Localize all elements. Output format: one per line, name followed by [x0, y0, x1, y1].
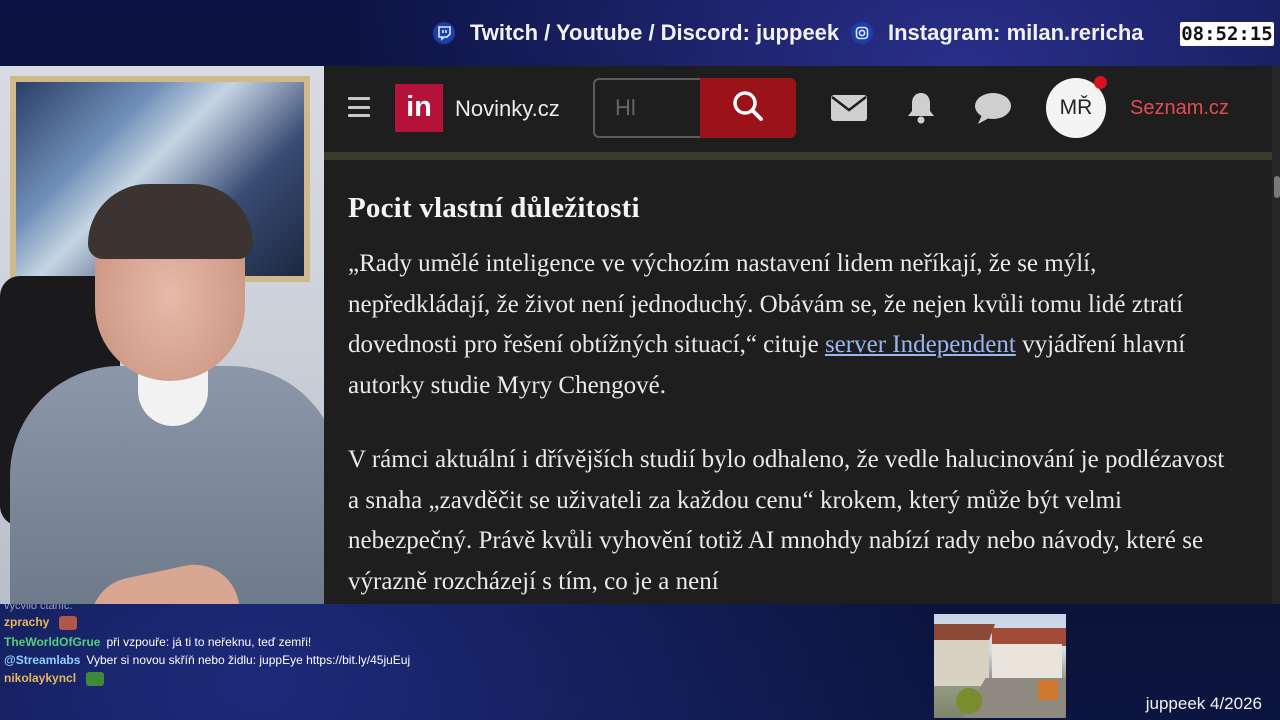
- streamer-hair: [88, 184, 253, 259]
- webcam-feed: [0, 66, 324, 604]
- chat-username: zprachy: [4, 615, 50, 629]
- chat-message: nikolaykyncl: [4, 668, 424, 688]
- stream-credit: juppeek 4/2026: [1145, 694, 1262, 713]
- search-icon: [731, 89, 765, 128]
- article-body: Pocit vlastní důležitosti „Rady umělé in…: [348, 192, 1228, 604]
- notification-dot: [1094, 76, 1107, 89]
- seznam-link[interactable]: Seznam.cz: [1130, 97, 1229, 120]
- chat-message: zprachy: [4, 612, 424, 632]
- article-subheading: Pocit vlastní důležitosti: [348, 192, 640, 224]
- instagram-icon: [850, 21, 874, 45]
- chat-cut-line: vyčvilo čtáníč.: [4, 604, 73, 612]
- chat-text: při vzpouře: já ti to neřeknu, teď zemři…: [106, 635, 312, 649]
- chat-message: TheWorldOfGrue při vzpouře: já ti to neře…: [4, 632, 424, 652]
- chat-username: TheWorldOfGrue: [4, 635, 101, 649]
- mail-icon[interactable]: [829, 90, 869, 126]
- twitch-icon: [432, 21, 456, 45]
- menu-icon[interactable]: [348, 97, 370, 117]
- outdoor-camera-thumbnail: [934, 614, 1066, 718]
- social-instagram: Instagram: milan.rericha: [850, 20, 1144, 46]
- bell-icon[interactable]: [901, 90, 941, 126]
- search-input[interactable]: [593, 78, 701, 138]
- chat-icon[interactable]: [973, 90, 1013, 126]
- emote-icon: [86, 671, 105, 686]
- site-header: in Novinky.cz MŘ Seznam.cz: [324, 66, 1272, 152]
- chat-message: @Streamlabs Vyber si novou skříň nebo žid…: [4, 652, 424, 668]
- chat-text: Vyber si novou skříň nebo židlu: juppEye…: [86, 653, 411, 667]
- social-twitch: Twitch / Youtube / Discord: juppeek: [432, 20, 839, 46]
- chat-feed: vyčvilo čtáníč. zprachy TheWorldOfGrue př…: [4, 604, 424, 688]
- novinky-logo-name[interactable]: Novinky.cz: [455, 96, 560, 122]
- independent-link[interactable]: server Independent: [825, 331, 1016, 358]
- social-bar: Twitch / Youtube / Discord: juppeek Inst…: [0, 0, 1280, 66]
- page-scrollbar[interactable]: [1272, 66, 1280, 604]
- emote-icon: [59, 615, 78, 630]
- stream-clock: 08:52:15: [1180, 22, 1274, 46]
- social-instagram-text: Instagram: milan.rericha: [888, 20, 1144, 45]
- search-button[interactable]: [700, 78, 796, 138]
- scrollbar-thumb[interactable]: [1274, 176, 1280, 198]
- browser-viewport: in Novinky.cz MŘ Seznam.cz Pocit vlastní…: [324, 66, 1280, 604]
- novinky-logo-mark[interactable]: in: [395, 84, 443, 132]
- stream-bottom-strip: vyčvilo čtáníč. zprachy TheWorldOfGrue př…: [0, 604, 1280, 720]
- chat-username: @Streamlabs: [4, 653, 81, 667]
- social-twitch-text: Twitch / Youtube / Discord: juppeek: [470, 20, 840, 45]
- chat-username: nikolaykyncl: [4, 671, 77, 685]
- article-paragraph: V rámci aktuální i dřívějších studií byl…: [348, 446, 1225, 595]
- header-divider: [324, 152, 1272, 160]
- article-paragraph: „Rady umělé inteligence ve výchozím nast…: [348, 244, 1228, 406]
